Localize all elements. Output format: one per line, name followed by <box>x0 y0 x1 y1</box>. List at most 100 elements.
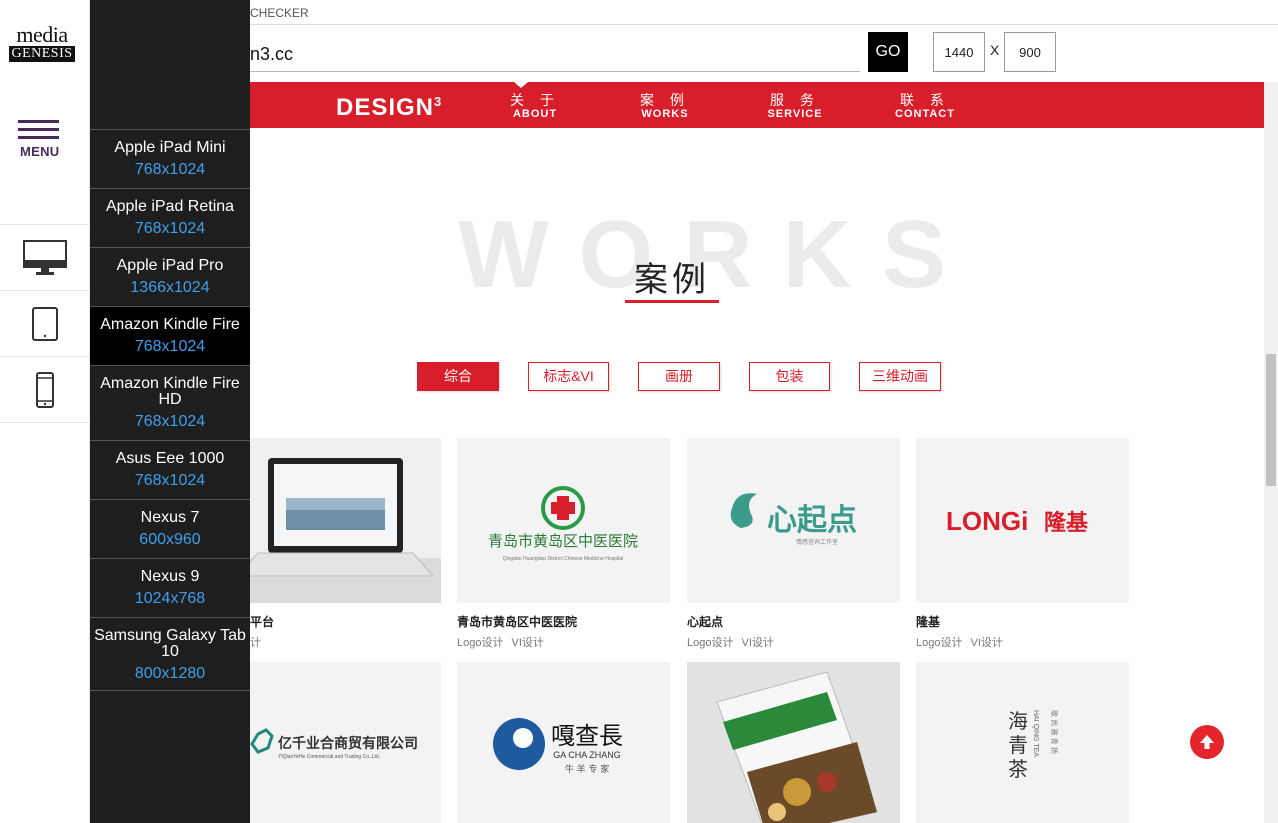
hamburger-icon-bar <box>18 136 59 139</box>
device-name: Amazon Kindle Fire HD <box>100 375 240 408</box>
nav-en: CONTACT <box>895 108 955 120</box>
device-size: 800x1280 <box>134 665 206 682</box>
brochure-image <box>687 662 900 823</box>
tea-char: 海 <box>1008 709 1028 733</box>
phone-view-button[interactable] <box>0 356 90 422</box>
work-card[interactable]: 青岛市黄岛区中医医院 Qingdao Huangdao District Chi… <box>457 438 670 650</box>
section-title-underline <box>625 300 719 303</box>
page-scrollbar[interactable] <box>1264 82 1278 823</box>
device-size: 768x1024 <box>134 220 206 237</box>
yiqian-logo-image: 亿千业合商贸有限公司 YIQianYeHe Commercial and Tra… <box>250 728 418 760</box>
nav-item-service[interactable]: 服 务 SERVICE <box>750 92 840 120</box>
device-size: 1366x1024 <box>130 279 210 296</box>
gachazhang-text: 嘎查長 <box>551 722 623 750</box>
scrollbar-thumb[interactable] <box>1266 354 1276 486</box>
work-card[interactable] <box>687 662 900 823</box>
app-root: media GENESIS MENU Apple iPad Mini 768x1… <box>0 0 1278 823</box>
hamburger-icon-bar <box>18 128 59 131</box>
work-thumbnail-yiqian: 亿千业合商贸有限公司 YIQianYeHe Commercial and Tra… <box>250 662 441 823</box>
height-input[interactable] <box>1004 32 1056 72</box>
work-tag: VI设计 <box>511 637 544 649</box>
work-card[interactable]: 嘎查長 GA CHA ZHANG 牛 羊 专 家 <box>457 662 670 823</box>
hospital-name-en: Qingdao Huangdao District Chinese Medici… <box>503 556 624 562</box>
device-size: 768x1024 <box>134 161 206 178</box>
width-input[interactable] <box>933 32 985 72</box>
nav-item-works[interactable]: 案 例 WORKS <box>620 92 710 120</box>
device-item-kindle-fire-hd[interactable]: Amazon Kindle Fire HD 768x1024 <box>90 365 250 440</box>
nav-zh: 服 务 <box>770 92 820 108</box>
work-tag: Logo设计 <box>916 637 963 649</box>
menu-button[interactable]: MENU <box>18 120 62 159</box>
nav-item-about[interactable]: 关 于 ABOUT <box>490 92 580 120</box>
work-tag: Logo设计 <box>687 637 734 649</box>
back-to-top-button[interactable] <box>1190 725 1224 759</box>
filter-logo-vi[interactable]: 标志&VI <box>528 362 609 391</box>
longi-logo-image: LONGi 隆基 <box>946 506 1089 536</box>
nav-zh: 联 系 <box>900 92 950 108</box>
go-button[interactable]: GO <box>868 32 908 72</box>
toolbar: CHECKER GO X <box>250 0 1278 82</box>
nav-zh: 案 例 <box>640 92 690 108</box>
desktop-view-button[interactable] <box>0 224 90 290</box>
device-size: 768x1024 <box>134 413 206 430</box>
media-genesis-logo[interactable]: media GENESIS <box>9 22 75 62</box>
desktop-icon <box>23 239 67 275</box>
nav-en: SERVICE <box>767 108 823 120</box>
site-brand-logo[interactable]: DESIGN3 <box>336 94 442 122</box>
yiqian-en: YIQianYeHe Commercial and Trading Co.,Lt… <box>278 754 380 760</box>
work-card[interactable]: 海 青 茶 HAI QING TEA 歌 尚 雅 青 扬 <box>916 662 1129 823</box>
work-card[interactable]: 亿千业合商贸有限公司 YIQianYeHe Commercial and Tra… <box>250 662 441 823</box>
device-item-nexus-7[interactable]: Nexus 7 600x960 <box>90 499 250 558</box>
logo-text-media: media <box>16 22 68 47</box>
device-item-ipad-mini[interactable]: Apple iPad Mini 768x1024 <box>90 129 250 188</box>
hospital-logo-image: 青岛市黄岛区中医医院 Qingdao Huangdao District Chi… <box>488 486 638 562</box>
device-item-ipad-pro[interactable]: Apple iPad Pro 1366x1024 <box>90 247 250 306</box>
work-card[interactable]: 平台 计 <box>250 438 441 650</box>
work-title: 青岛市黄岛区中医医院 <box>457 615 578 629</box>
nav-en: WORKS <box>641 108 689 120</box>
phone-icon <box>36 371 54 408</box>
work-thumbnail-laptop <box>250 438 441 603</box>
site-preview: DESIGN3 关 于 ABOUT 案 例 WORKS 服 务 SERVICE … <box>250 82 1264 823</box>
tea-logo-image: 海 青 茶 HAI QING TEA 歌 尚 雅 青 扬 <box>1008 709 1059 781</box>
tablet-view-button[interactable] <box>0 290 90 356</box>
url-input[interactable] <box>250 38 860 72</box>
device-name: Apple iPad Mini <box>114 139 226 156</box>
work-tag: VI设计 <box>970 637 1003 649</box>
tablet-icon <box>32 306 58 341</box>
work-thumbnail-brochure <box>687 662 900 823</box>
device-item-asus-eee[interactable]: Asus Eee 1000 768x1024 <box>90 440 250 499</box>
filter-3d-animation[interactable]: 三维动画 <box>859 362 941 391</box>
device-size: 600x960 <box>139 531 201 548</box>
menu-label: MENU <box>20 144 60 159</box>
toolbar-divider <box>250 24 1278 25</box>
brand-text: DESIGN <box>336 94 435 121</box>
filter-all[interactable]: 综合 <box>417 362 499 391</box>
gachazhang-logo-image: 嘎查長 GA CHA ZHANG 牛 羊 专 家 <box>493 718 623 775</box>
device-name: Samsung Galaxy Tab 10 <box>94 627 246 660</box>
dimension-separator: X <box>990 42 1000 58</box>
hospital-name: 青岛市黄岛区中医医院 <box>488 532 638 550</box>
device-name: Apple iPad Retina <box>105 198 235 215</box>
work-card[interactable]: LONGi 隆基 隆基 Logo设计 VI设计 <box>916 438 1129 650</box>
device-size: 768x1024 <box>134 338 206 355</box>
device-name: Asus Eee 1000 <box>115 450 225 467</box>
work-title: 隆基 <box>916 615 941 629</box>
work-thumbnail-tea: 海 青 茶 HAI QING TEA 歌 尚 雅 青 扬 <box>916 662 1129 823</box>
device-size: 1024x768 <box>134 590 206 607</box>
work-card[interactable]: 心起点 情感咨询工作室 心起点 Logo设计 VI设计 <box>687 438 900 650</box>
tea-char: 茶 <box>1008 757 1028 781</box>
work-title: 心起点 <box>687 615 724 629</box>
work-tags: Logo设计 VI设计 <box>916 634 1129 650</box>
gachazhang-en: GA CHA ZHANG <box>553 750 621 760</box>
device-name: Apple iPad Pro <box>116 257 224 274</box>
device-item-ipad-retina[interactable]: Apple iPad Retina 768x1024 <box>90 188 250 247</box>
device-item-galaxy-tab-10[interactable]: Samsung Galaxy Tab 10 800x1280 <box>90 617 250 691</box>
nav-zh: 关 于 <box>510 92 560 108</box>
work-thumbnail-gachazhang: 嘎查長 GA CHA ZHANG 牛 羊 专 家 <box>457 662 670 823</box>
filter-brochure[interactable]: 画册 <box>638 362 720 391</box>
nav-item-contact[interactable]: 联 系 CONTACT <box>880 92 970 120</box>
device-item-nexus-9[interactable]: Nexus 9 1024x768 <box>90 558 250 617</box>
filter-packaging[interactable]: 包装 <box>749 362 830 391</box>
device-item-kindle-fire[interactable]: Amazon Kindle Fire 768x1024 <box>90 306 250 365</box>
